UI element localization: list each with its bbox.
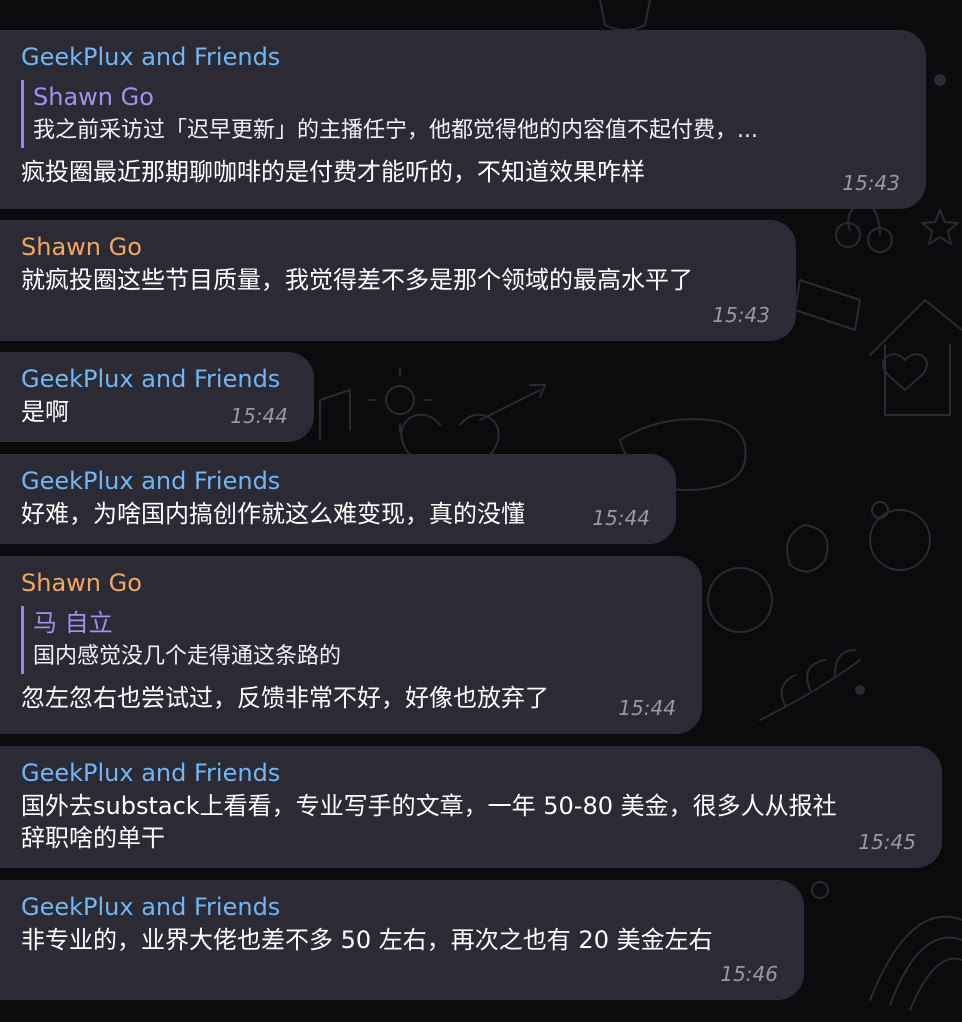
flower-icon bbox=[811, 881, 829, 899]
message-text: 国外去substack上看看，专业写手的文章，一年 50-80 美金，很多人从报… bbox=[21, 792, 837, 820]
message-bubble[interactable]: GeekPlux and Friends 是啊 15:44 bbox=[0, 352, 314, 442]
message-bubble[interactable]: Shawn Go 马 自立 国内感觉没几个走得通这条路的 忽左忽右也尝试过，反馈… bbox=[0, 556, 702, 734]
reply-sender-name: Shawn Go bbox=[33, 83, 154, 111]
bear-icon bbox=[869, 501, 931, 571]
cup-icon bbox=[599, 0, 651, 31]
sender-name[interactable]: GeekPlux and Friends bbox=[21, 756, 922, 790]
message-text: 忽左忽右也尝试过，反馈非常不好，好像也放弃了 bbox=[21, 684, 549, 712]
sender-name[interactable]: GeekPlux and Friends bbox=[21, 890, 784, 924]
bubble-circle-icon bbox=[707, 567, 773, 633]
sender-name[interactable]: GeekPlux and Friends bbox=[21, 40, 906, 74]
sun-icon bbox=[367, 367, 433, 433]
reply-quote[interactable]: 马 自立 国内感觉没几个走得通这条路的 bbox=[21, 606, 682, 674]
message-time: 15:44 bbox=[592, 506, 650, 530]
message-time: 15:45 bbox=[858, 830, 916, 854]
heart-icon bbox=[882, 353, 928, 391]
reply-quote[interactable]: Shawn Go 我之前采访过「迟早更新」的主播任宁，他都觉得他的内容值不起付费… bbox=[21, 80, 906, 148]
message-text: 非专业的，业界大佬也差不多 50 左右，再次之也有 20 美金左右 bbox=[21, 926, 713, 954]
music-note-icon bbox=[319, 389, 351, 441]
message-bubble[interactable]: GeekPlux and Friends Shawn Go 我之前采访过「迟早更… bbox=[0, 30, 926, 209]
message-time: 15:44 bbox=[618, 696, 676, 720]
message-time: 15:46 bbox=[720, 962, 778, 986]
rainbow-icon bbox=[869, 915, 962, 1011]
birdhouse-icon bbox=[869, 299, 962, 416]
message-time: 15:44 bbox=[230, 404, 288, 428]
star-icon bbox=[921, 209, 959, 245]
message-bubble[interactable]: GeekPlux and Friends 好难，为啥国内搞创作就这么难变现，真的… bbox=[0, 454, 676, 544]
sender-name[interactable]: Shawn Go bbox=[21, 230, 776, 264]
message-bubble[interactable]: GeekPlux and Friends 非专业的，业界大佬也差不多 50 左右… bbox=[0, 880, 804, 1000]
reply-sender-name: 马 自立 bbox=[33, 609, 113, 637]
sender-name[interactable]: GeekPlux and Friends bbox=[21, 464, 656, 498]
message-bubble[interactable]: GeekPlux and Friends 国外去substack上看看，专业写手… bbox=[0, 746, 942, 868]
reply-text: 国内感觉没几个走得通这条路的 bbox=[33, 644, 342, 669]
message-text: 辞职啥的单干 bbox=[21, 824, 165, 852]
dot-icon bbox=[934, 74, 946, 86]
leaf-branch-icon bbox=[759, 649, 861, 721]
message-text: 就疯投圈这些节目质量，我觉得差不多是那个领域的最高水平了 bbox=[21, 266, 693, 294]
message-text: 好难，为啥国内搞创作就这么难变现，真的没懂 bbox=[21, 500, 525, 528]
dot-icon bbox=[855, 685, 865, 695]
sender-name[interactable]: Shawn Go bbox=[21, 566, 682, 600]
message-time: 15:43 bbox=[712, 303, 770, 327]
reply-text: 我之前采访过「迟早更新」的主播任宁，他都觉得他的内容值不起付费，... bbox=[33, 118, 758, 143]
sender-name[interactable]: GeekPlux and Friends bbox=[21, 362, 294, 396]
message-bubble[interactable]: Shawn Go 就疯投圈这些节目质量，我觉得差不多是那个领域的最高水平了 15… bbox=[0, 220, 796, 341]
strawberry-icon bbox=[786, 524, 829, 573]
message-time: 15:43 bbox=[842, 171, 900, 195]
love-banner-icon bbox=[794, 279, 861, 331]
message-text: 疯投圈最近那期聊咖啡的是付费才能听的，不知道效果咋样 bbox=[21, 158, 645, 186]
